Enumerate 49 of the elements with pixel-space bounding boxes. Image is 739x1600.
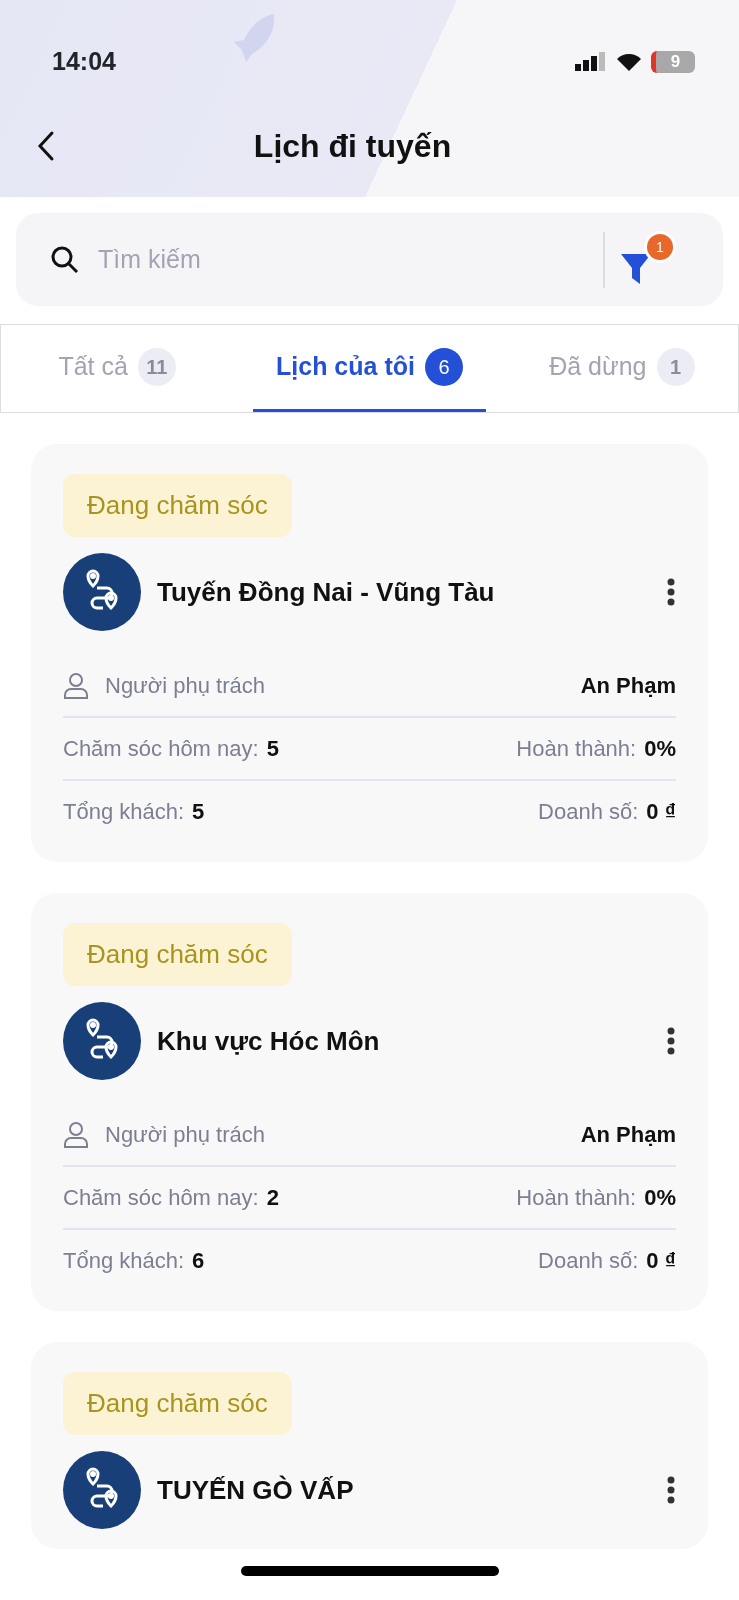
route-card[interactable]: Đang chăm sóc Tuyến Đồng Nai - Vũng Tàu Người phụ trách An Phạm Chăm sóc hôm nay: 5 Hoàn thành: 0% Tổng khách: 5 Doanh số: 0 ₫ [31, 444, 708, 862]
field-label: Người phụ trách [105, 1121, 265, 1149]
tab-label: Lịch của tôi [276, 351, 415, 383]
person-icon [63, 1120, 89, 1149]
search-icon [50, 244, 80, 275]
field-label: Tổng khách: [63, 798, 185, 826]
tab[interactable]: Lịch của tôi 6 [253, 325, 486, 412]
field-value: 0% [644, 1184, 676, 1212]
route-title: TUYẾN GÒ VẤP [157, 1473, 355, 1507]
status-tag: Đang chăm sóc [63, 1372, 292, 1435]
field-value: 2 [266, 1184, 279, 1212]
status-tag: Đang chăm sóc [63, 923, 292, 986]
person-icon [63, 671, 89, 700]
field-label: Hoàn thành: [516, 1184, 637, 1212]
field-label: Người phụ trách [105, 672, 265, 700]
field-value: 0 ₫ [646, 798, 676, 826]
field-label: Tổng khách: [63, 1247, 185, 1275]
field-value: 6 [192, 1247, 205, 1275]
field-label: Doanh số: [538, 798, 639, 826]
page-title: Lịch đi tuyến [252, 127, 453, 166]
back-button[interactable] [36, 130, 56, 162]
field-label: Chăm sóc hôm nay: [63, 735, 259, 763]
more-button[interactable] [666, 1475, 676, 1505]
route-title: Tuyến Đồng Nai - Vũng Tàu [157, 575, 496, 609]
count-badge: 1 [656, 348, 695, 386]
status-time: 14:04 [52, 45, 116, 77]
status-tag: Đang chăm sóc [63, 474, 292, 537]
field-value: 0% [644, 735, 676, 763]
more-button[interactable] [666, 1026, 676, 1056]
field-value: 5 [192, 798, 205, 826]
wifi-icon [615, 51, 643, 72]
signal-icon [575, 51, 607, 72]
route-title: Khu vực Hóc Môn [157, 1024, 381, 1058]
field-label: Doanh số: [538, 1247, 639, 1275]
count-badge: 6 [424, 348, 463, 386]
tab-label: Đã dừng [549, 351, 647, 383]
field-value: 0 ₫ [646, 1247, 676, 1275]
route-card[interactable]: Đang chăm sóc TUYẾN GÒ VẤP [31, 1342, 708, 1549]
field-label: Chăm sóc hôm nay: [63, 1184, 259, 1212]
field-label: Hoàn thành: [516, 735, 637, 763]
route-card[interactable]: Đang chăm sóc Khu vực Hóc Môn Người phụ trách An Phạm Chăm sóc hôm nay: 2 Hoàn thành: 0% Tổng khách: 6 Doanh số: 0 ₫ [31, 893, 708, 1311]
more-button[interactable] [666, 577, 676, 607]
field-value: An Phạm [580, 672, 676, 700]
field-value: An Phạm [580, 1121, 676, 1149]
filter-count-badge: 1 [647, 233, 673, 260]
field-value: 5 [266, 735, 279, 763]
count-badge: 11 [137, 348, 176, 386]
tab-label: Tất cả [58, 351, 128, 383]
battery-level: 9 [651, 50, 695, 73]
